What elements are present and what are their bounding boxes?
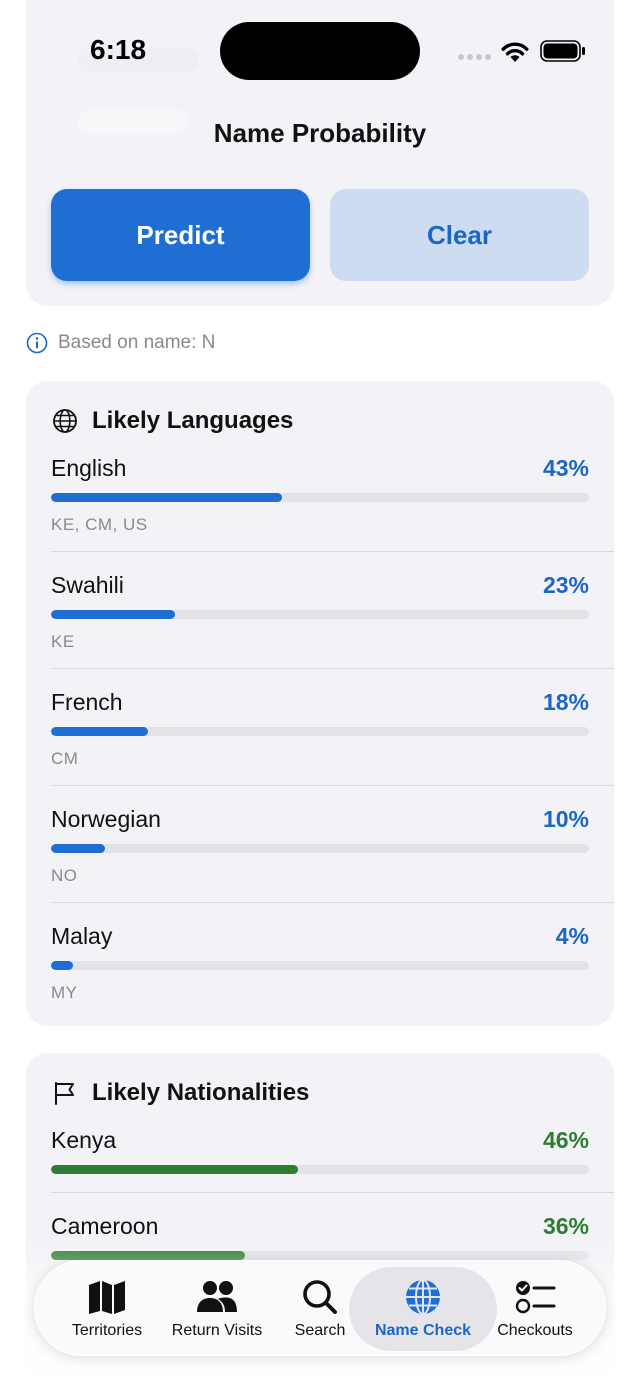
card-title: Likely Languages bbox=[92, 407, 294, 434]
divider bbox=[51, 551, 614, 552]
probability-track bbox=[51, 961, 589, 970]
probability-track bbox=[51, 493, 589, 502]
map-icon bbox=[89, 1281, 125, 1314]
country-codes: KE bbox=[51, 632, 75, 651]
probability-track bbox=[51, 610, 589, 619]
country-codes: CM bbox=[51, 749, 79, 768]
language-percent: 10% bbox=[542, 806, 589, 832]
dynamic-island bbox=[220, 22, 420, 80]
divider bbox=[51, 785, 614, 786]
tab-territories[interactable]: Territories bbox=[55, 1261, 159, 1357]
nationality-name: Cameroon bbox=[51, 1213, 159, 1239]
people-icon bbox=[197, 1281, 237, 1312]
clear-button[interactable]: Clear bbox=[330, 189, 589, 281]
tab-label: Return Visits bbox=[171, 1322, 263, 1339]
nationality-percent: 36% bbox=[542, 1213, 589, 1239]
card-header: Likely Nationalities bbox=[52, 1079, 309, 1107]
battery-icon bbox=[540, 40, 585, 62]
redaction-block bbox=[218, 338, 334, 384]
status-time: 6:18 bbox=[90, 34, 147, 65]
tab-bar: Territories Return Visits Search Name Ch… bbox=[34, 1260, 606, 1356]
tab-label: Territories bbox=[71, 1322, 143, 1339]
nationality-percent: 46% bbox=[542, 1127, 589, 1153]
probability-fill bbox=[51, 493, 283, 502]
likely-languages-card: Likely Languages English 43% KE, CM, US … bbox=[26, 381, 614, 1026]
predict-button[interactable]: Predict bbox=[51, 189, 310, 281]
card-header: Likely Languages bbox=[52, 407, 293, 435]
country-codes: NO bbox=[51, 866, 78, 885]
divider bbox=[51, 668, 614, 669]
info-line: Based on name: N bbox=[26, 332, 215, 354]
search-icon bbox=[303, 1280, 337, 1314]
probability-track bbox=[51, 844, 589, 853]
tab-checkouts[interactable]: Checkouts bbox=[487, 1261, 583, 1357]
flag-icon bbox=[55, 1082, 74, 1105]
probability-fill bbox=[51, 727, 148, 736]
probability-fill bbox=[51, 610, 175, 619]
language-percent: 23% bbox=[542, 572, 589, 598]
wifi-icon bbox=[501, 42, 529, 62]
language-name: French bbox=[51, 689, 123, 715]
tab-search[interactable]: Search bbox=[279, 1261, 361, 1357]
globe-icon bbox=[53, 409, 77, 433]
probability-fill bbox=[51, 844, 105, 853]
probability-track bbox=[51, 727, 589, 736]
divider bbox=[51, 902, 614, 903]
tab-label: Search bbox=[294, 1322, 346, 1339]
page-title: Name Probability bbox=[213, 118, 427, 148]
language-percent: 18% bbox=[542, 689, 589, 715]
language-percent: 4% bbox=[555, 923, 589, 949]
country-codes: KE, CM, US bbox=[51, 515, 148, 534]
screen: Name Probability Predict Clear 6:18 Base… bbox=[0, 0, 640, 1391]
tab-name-check[interactable]: Name Check bbox=[363, 1261, 483, 1357]
checklist-icon bbox=[515, 1281, 556, 1314]
cellular-signal-icon bbox=[458, 54, 491, 60]
language-name: Malay bbox=[51, 923, 113, 949]
info-circle-icon bbox=[26, 332, 48, 354]
language-name: English bbox=[51, 455, 127, 481]
probability-track bbox=[51, 1165, 589, 1174]
divider bbox=[51, 1192, 614, 1193]
card-title: Likely Nationalities bbox=[92, 1079, 310, 1106]
tab-label: Checkouts bbox=[497, 1322, 573, 1339]
language-percent: 43% bbox=[542, 455, 589, 481]
status-bar: 6:18 bbox=[0, 0, 640, 100]
probability-fill bbox=[51, 1165, 299, 1174]
based-on-name-text: Based on name: N bbox=[58, 332, 216, 353]
country-codes: MY bbox=[51, 983, 78, 1002]
tab-label: Name Check bbox=[374, 1322, 472, 1339]
language-name: Norwegian bbox=[51, 806, 161, 832]
globe-icon bbox=[406, 1279, 440, 1315]
nationality-name: Kenya bbox=[51, 1127, 117, 1153]
language-name: Swahili bbox=[51, 572, 124, 598]
tab-return-visits[interactable]: Return Visits bbox=[161, 1261, 273, 1357]
probability-fill bbox=[51, 961, 73, 970]
